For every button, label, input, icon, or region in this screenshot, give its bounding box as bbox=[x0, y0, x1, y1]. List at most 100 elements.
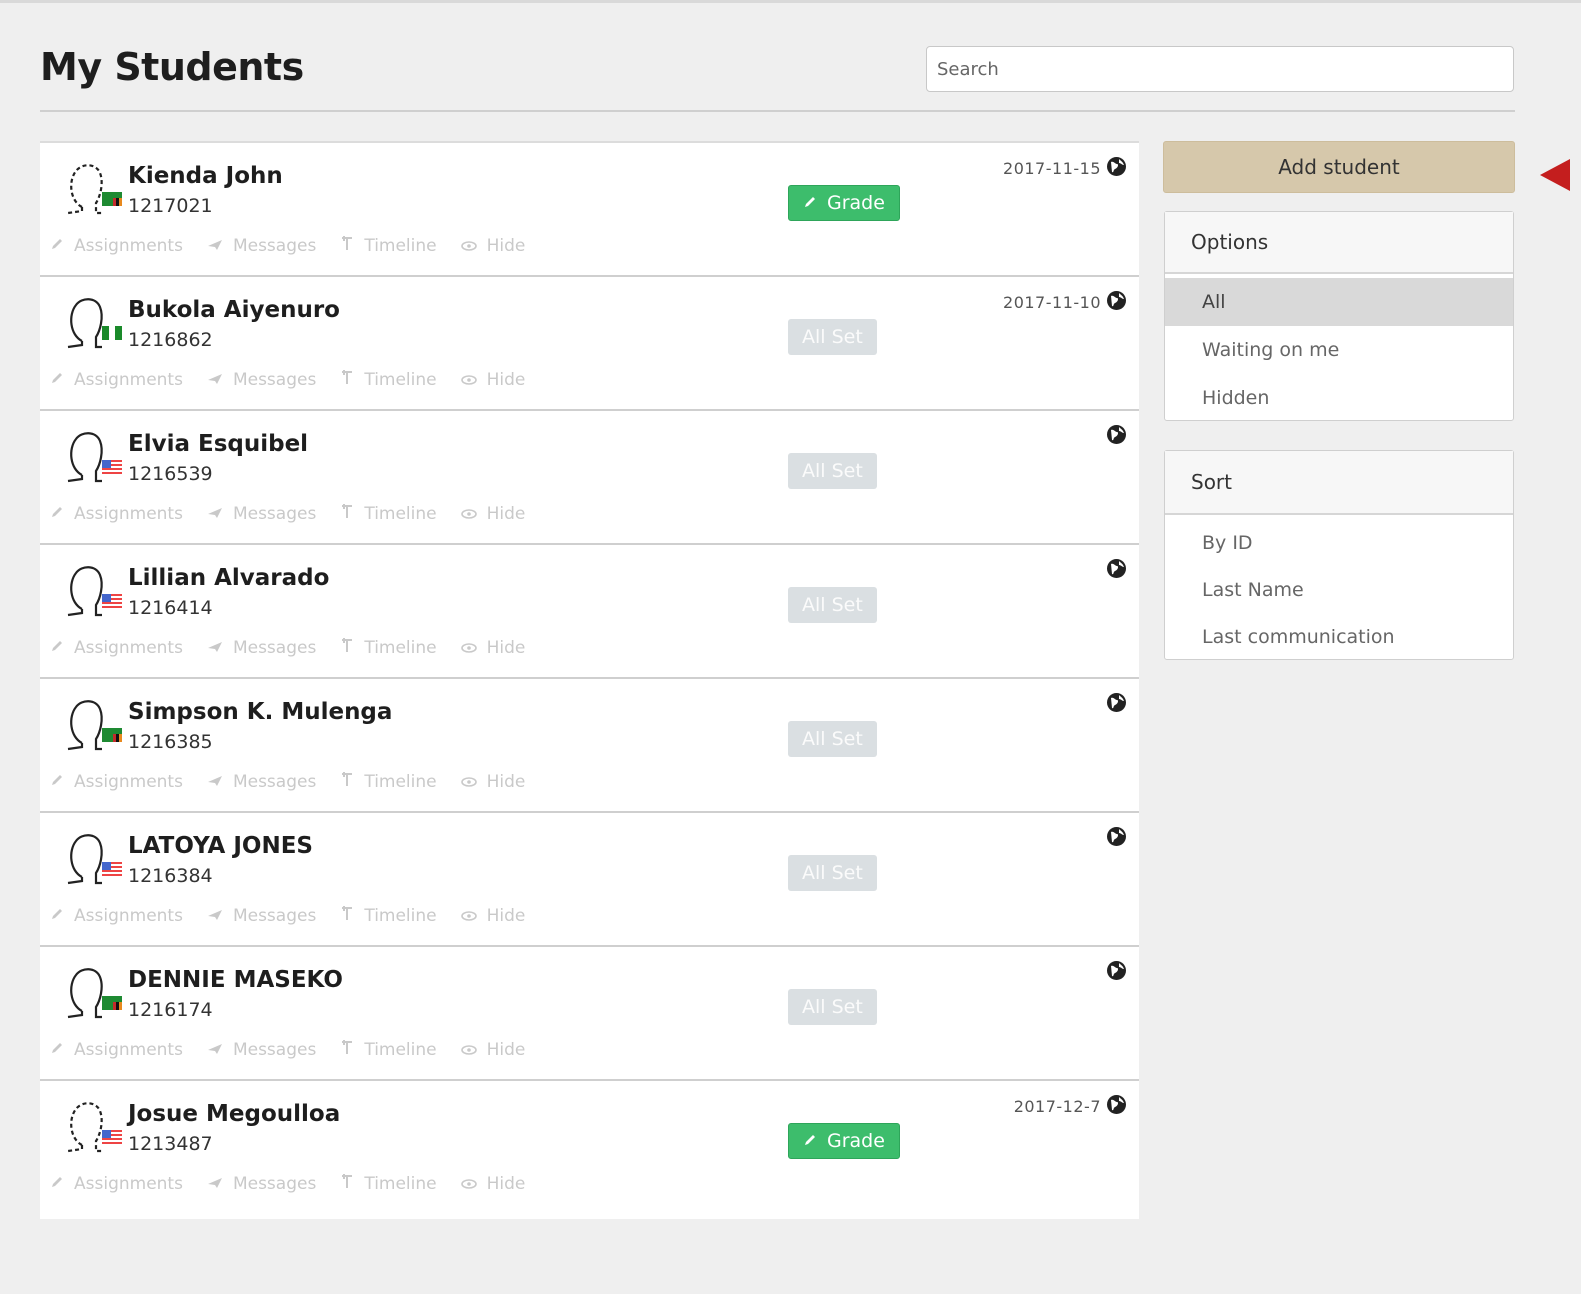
flag-icon bbox=[102, 593, 122, 608]
pencil-icon bbox=[803, 192, 827, 214]
student-actions: Assignments Messages Timeline Hide bbox=[50, 1039, 549, 1060]
hide-link[interactable]: Hide bbox=[460, 370, 525, 390]
eye-icon bbox=[460, 906, 487, 926]
globe-icon[interactable] bbox=[1106, 1094, 1127, 1115]
send-icon bbox=[207, 236, 233, 256]
all-set-badge: All Set bbox=[788, 587, 877, 623]
assignments-link[interactable]: Assignments bbox=[50, 638, 183, 658]
assignments-link[interactable]: Assignments bbox=[50, 370, 183, 390]
globe-icon[interactable] bbox=[1106, 826, 1127, 847]
student-row[interactable]: DENNIE MASEKO 1216174 Assignments Messages T… bbox=[40, 947, 1139, 1081]
pencil-icon bbox=[50, 906, 74, 926]
eye-icon bbox=[460, 504, 487, 524]
globe-icon[interactable] bbox=[1106, 290, 1127, 311]
pencil-icon bbox=[50, 370, 74, 390]
student-row[interactable]: Kienda John 1217021 Assignments Messages Tim… bbox=[40, 143, 1139, 277]
globe-icon[interactable] bbox=[1106, 692, 1127, 713]
flag-icon bbox=[102, 1129, 122, 1144]
eye-icon bbox=[460, 1040, 487, 1060]
option-all[interactable]: All bbox=[1165, 278, 1513, 326]
sort-panel-title: Sort bbox=[1165, 451, 1513, 515]
messages-link[interactable]: Messages bbox=[207, 638, 316, 658]
pin-icon bbox=[340, 369, 364, 390]
add-student-button[interactable]: Add student bbox=[1163, 141, 1515, 193]
messages-link[interactable]: Messages bbox=[207, 1174, 316, 1194]
grade-button[interactable]: Grade bbox=[788, 1123, 900, 1159]
pin-icon bbox=[340, 503, 364, 524]
messages-link[interactable]: Messages bbox=[207, 236, 316, 256]
hide-link[interactable]: Hide bbox=[460, 504, 525, 524]
send-icon bbox=[207, 906, 233, 926]
messages-link[interactable]: Messages bbox=[207, 1040, 316, 1060]
hide-link[interactable]: Hide bbox=[460, 906, 525, 926]
globe-icon[interactable] bbox=[1106, 156, 1127, 177]
last-activity-date: 2017-12-7 bbox=[1013, 1097, 1101, 1116]
student-actions: Assignments Messages Timeline Hide bbox=[50, 369, 549, 390]
globe-icon[interactable] bbox=[1106, 424, 1127, 445]
pin-icon bbox=[340, 771, 364, 792]
sort-last-name[interactable]: Last Name bbox=[1165, 566, 1513, 613]
student-name[interactable]: DENNIE MASEKO bbox=[128, 967, 343, 993]
student-row[interactable]: Elvia Esquibel 1216539 Assignments Messages… bbox=[40, 411, 1139, 545]
timeline-link[interactable]: Timeline bbox=[340, 1039, 437, 1060]
eye-icon bbox=[460, 370, 487, 390]
send-icon bbox=[207, 772, 233, 792]
student-row[interactable]: Bukola Aiyenuro 1216862 Assignments Message… bbox=[40, 277, 1139, 411]
timeline-link[interactable]: Timeline bbox=[340, 637, 437, 658]
student-row[interactable]: LATOYA JONES 1216384 Assignments Messages Ti… bbox=[40, 813, 1139, 947]
student-row[interactable]: Simpson K. Mulenga 1216385 Assignments Mess… bbox=[40, 679, 1139, 813]
student-row[interactable]: Josue Megoulloa 1213487 Assignments Message… bbox=[40, 1081, 1139, 1219]
assignments-link[interactable]: Assignments bbox=[50, 504, 183, 524]
timeline-link[interactable]: Timeline bbox=[340, 1173, 437, 1194]
student-name[interactable]: Kienda John bbox=[128, 163, 283, 189]
assignments-link[interactable]: Assignments bbox=[50, 236, 183, 256]
hide-link[interactable]: Hide bbox=[460, 638, 525, 658]
student-actions: Assignments Messages Timeline Hide bbox=[50, 1173, 549, 1194]
hide-link[interactable]: Hide bbox=[460, 236, 525, 256]
grade-button[interactable]: Grade bbox=[788, 185, 900, 221]
hide-link[interactable]: Hide bbox=[460, 1174, 525, 1194]
timeline-link[interactable]: Timeline bbox=[340, 369, 437, 390]
student-row[interactable]: Lillian Alvarado 1216414 Assignments Messag… bbox=[40, 545, 1139, 679]
hide-link[interactable]: Hide bbox=[460, 1040, 525, 1060]
send-icon bbox=[207, 1174, 233, 1194]
student-name[interactable]: Simpson K. Mulenga bbox=[128, 699, 392, 725]
pencil-icon bbox=[50, 638, 74, 658]
eye-icon bbox=[460, 638, 487, 658]
student-name[interactable]: Lillian Alvarado bbox=[128, 565, 329, 591]
all-set-badge: All Set bbox=[788, 721, 877, 757]
send-icon bbox=[207, 504, 233, 524]
messages-link[interactable]: Messages bbox=[207, 504, 316, 524]
messages-link[interactable]: Messages bbox=[207, 772, 316, 792]
globe-icon[interactable] bbox=[1106, 558, 1127, 579]
pencil-icon bbox=[50, 772, 74, 792]
search-input[interactable] bbox=[926, 46, 1514, 92]
messages-link[interactable]: Messages bbox=[207, 370, 316, 390]
student-actions: Assignments Messages Timeline Hide bbox=[50, 905, 549, 926]
pin-icon bbox=[340, 1039, 364, 1060]
send-icon bbox=[207, 1040, 233, 1060]
sort-panel: Sort By ID Last Name Last communication bbox=[1164, 450, 1514, 660]
student-name[interactable]: Bukola Aiyenuro bbox=[128, 297, 340, 323]
sort-by-id[interactable]: By ID bbox=[1165, 519, 1513, 566]
timeline-link[interactable]: Timeline bbox=[340, 905, 437, 926]
sort-last-communication[interactable]: Last communication bbox=[1165, 613, 1513, 660]
title-divider bbox=[40, 110, 1515, 112]
assignments-link[interactable]: Assignments bbox=[50, 772, 183, 792]
student-name[interactable]: Elvia Esquibel bbox=[128, 431, 308, 457]
assignments-link[interactable]: Assignments bbox=[50, 906, 183, 926]
timeline-link[interactable]: Timeline bbox=[340, 503, 437, 524]
student-name[interactable]: LATOYA JONES bbox=[128, 833, 313, 859]
assignments-link[interactable]: Assignments bbox=[50, 1040, 183, 1060]
hide-link[interactable]: Hide bbox=[460, 772, 525, 792]
globe-icon[interactable] bbox=[1106, 960, 1127, 981]
messages-link[interactable]: Messages bbox=[207, 906, 316, 926]
student-name[interactable]: Josue Megoulloa bbox=[128, 1101, 340, 1127]
assignments-link[interactable]: Assignments bbox=[50, 1174, 183, 1194]
option-waiting-on-me[interactable]: Waiting on me bbox=[1165, 326, 1513, 374]
timeline-link[interactable]: Timeline bbox=[340, 235, 437, 256]
timeline-link[interactable]: Timeline bbox=[340, 771, 437, 792]
all-set-badge: All Set bbox=[788, 453, 877, 489]
flag-icon bbox=[102, 995, 122, 1010]
option-hidden[interactable]: Hidden bbox=[1165, 374, 1513, 422]
